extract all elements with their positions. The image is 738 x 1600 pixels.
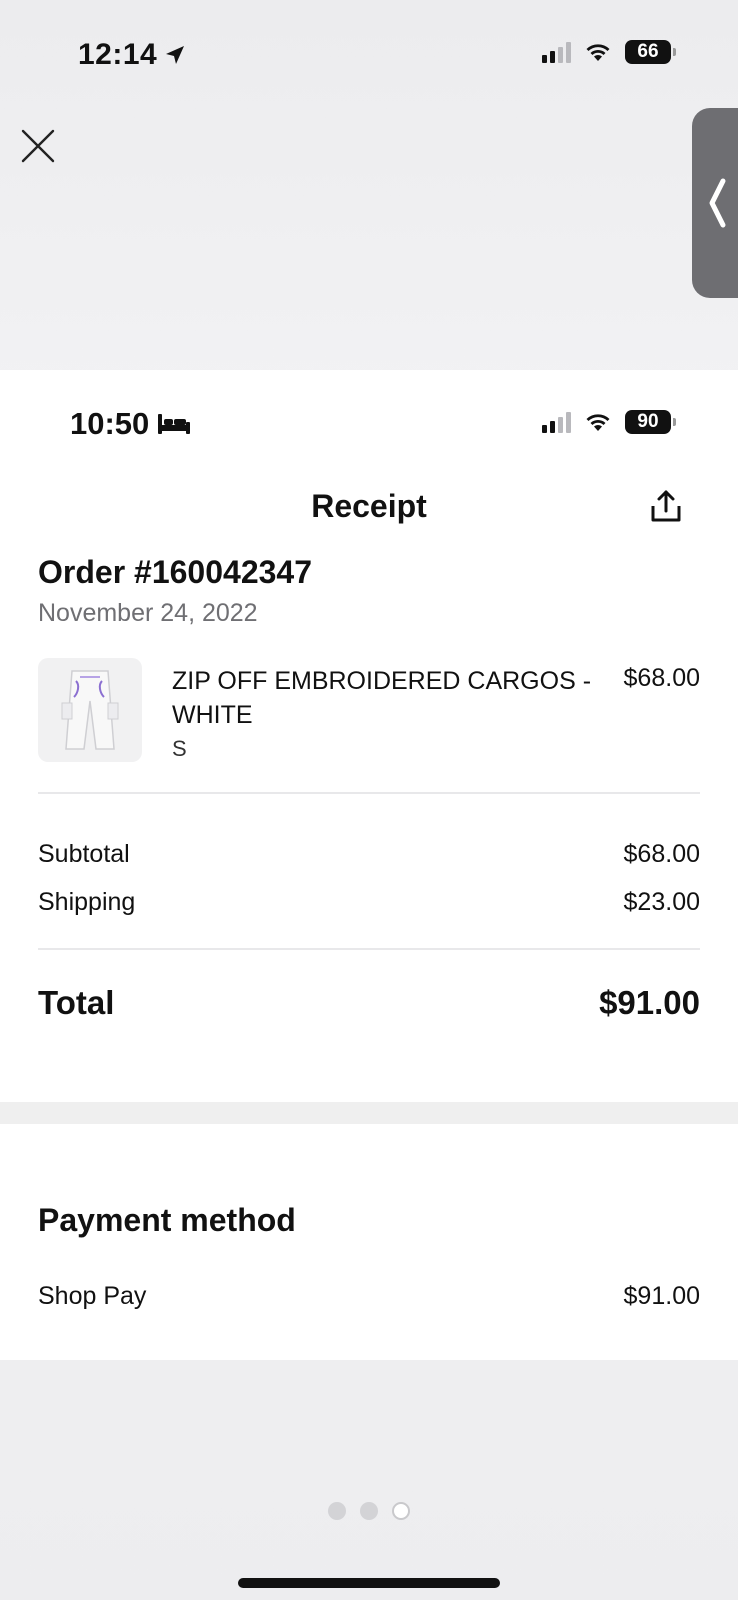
page-title: Receipt <box>311 488 427 524</box>
divider <box>38 792 700 794</box>
page-dot[interactable] <box>392 1502 410 1520</box>
page-dot[interactable] <box>328 1502 346 1520</box>
chevron-left-icon <box>709 178 726 228</box>
share-icon <box>651 490 681 522</box>
battery-level: 90 <box>625 410 671 434</box>
product-thumbnail <box>38 658 142 762</box>
page-indicator[interactable] <box>0 1502 738 1520</box>
outer-status-bar: 12:14 66 <box>0 0 738 110</box>
payment-method-name: Shop Pay <box>38 1282 147 1310</box>
product-name: ZIP OFF EMBROIDERED CARGOS - WHITE <box>172 667 592 729</box>
payment-method-heading: Payment method <box>38 1202 296 1238</box>
battery-icon: 90 <box>625 410 676 434</box>
battery-icon: 66 <box>625 40 676 64</box>
cellular-signal-icon <box>542 41 571 63</box>
cellular-signal-icon <box>542 411 571 433</box>
payment-row: Shop Pay $91.00 <box>38 1282 700 1311</box>
total-value: $91.00 <box>599 984 700 1021</box>
total-label: Total <box>38 984 115 1021</box>
subtotal-row: Subtotal $68.00 <box>38 840 700 869</box>
line-item[interactable]: ZIP OFF EMBROIDERED CARGOS - WHITE S $68… <box>38 658 700 768</box>
home-indicator[interactable] <box>238 1578 500 1588</box>
order-date: November 24, 2022 <box>38 599 258 627</box>
shipping-row: Shipping $23.00 <box>38 888 700 917</box>
outer-status-icons: 66 <box>542 40 676 64</box>
divider <box>38 948 700 950</box>
outer-clock: 12:14 <box>78 38 187 72</box>
receipt-header: Receipt <box>0 478 738 538</box>
product-variant: S <box>172 736 187 761</box>
share-button[interactable] <box>644 484 688 528</box>
receipt-screenshot: 10:50 90 Receipt Order #160042347 Novemb… <box>0 370 738 1360</box>
section-separator <box>0 1102 738 1124</box>
wifi-icon <box>586 44 610 61</box>
total-row: Total $91.00 <box>38 984 700 1022</box>
page-dot[interactable] <box>360 1502 378 1520</box>
subtotal-label: Subtotal <box>38 840 130 868</box>
battery-level: 66 <box>625 40 671 64</box>
bed-icon <box>158 414 191 434</box>
inner-clock: 10:50 <box>70 406 191 442</box>
inner-status-bar: 10:50 90 <box>0 370 738 470</box>
outer-time-text: 12:14 <box>78 38 158 71</box>
shipping-label: Shipping <box>38 888 136 916</box>
side-panel-handle[interactable] <box>692 108 738 298</box>
product-price: $68.00 <box>623 664 700 692</box>
inner-status-icons: 90 <box>542 410 676 434</box>
close-icon <box>21 129 55 163</box>
cargo-pants-image <box>61 670 119 750</box>
location-arrow-icon <box>166 46 185 64</box>
inner-time-text: 10:50 <box>70 406 150 441</box>
wifi-icon <box>586 414 610 431</box>
payment-amount: $91.00 <box>623 1282 700 1310</box>
shipping-value: $23.00 <box>623 888 700 916</box>
close-button[interactable] <box>16 124 60 168</box>
order-number: Order #160042347 <box>38 554 312 590</box>
subtotal-value: $68.00 <box>623 840 700 868</box>
